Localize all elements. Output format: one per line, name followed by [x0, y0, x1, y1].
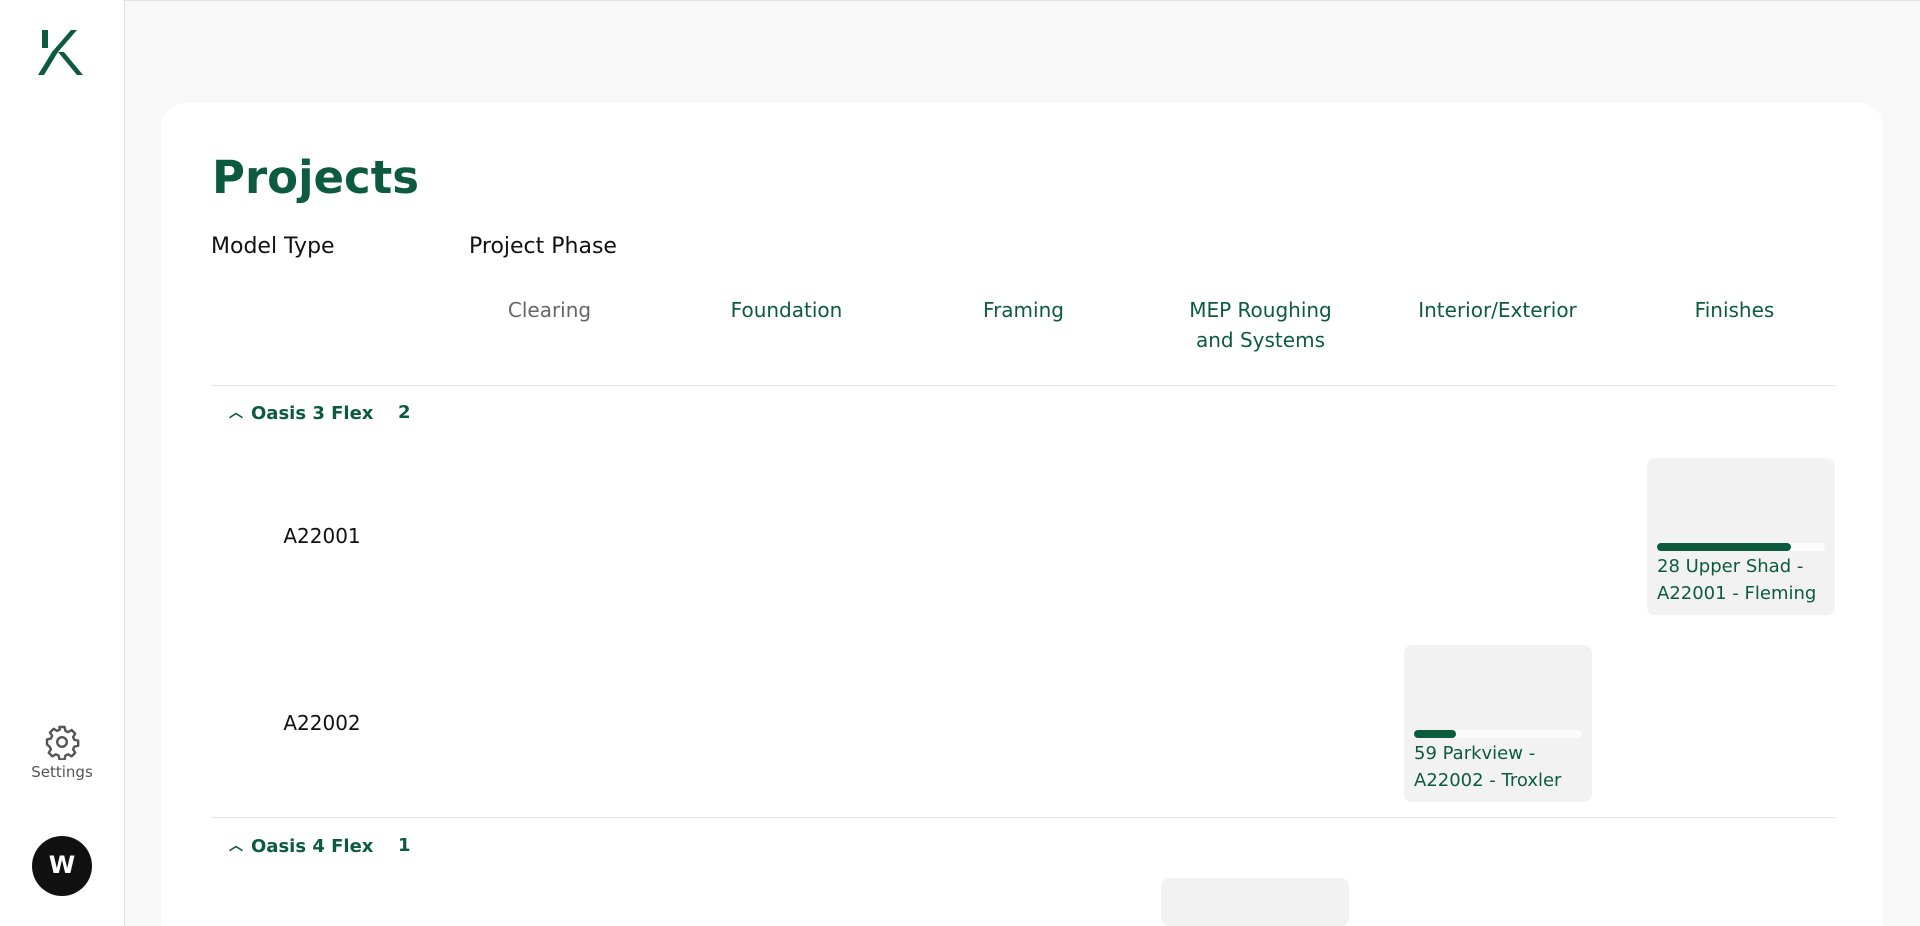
settings-label: Settings: [31, 763, 93, 781]
phase-foundation[interactable]: Foundation: [668, 295, 905, 325]
settings-button[interactable]: Settings: [20, 724, 104, 784]
progress-fill: [1414, 730, 1456, 738]
project-card[interactable]: 28 Upper Shad - A22001 - Fleming: [1647, 458, 1835, 615]
group-divider: [211, 817, 1835, 818]
project-phase-header: Project Phase: [469, 234, 617, 259]
progress-fill: [1657, 543, 1792, 551]
group-count: 2: [398, 402, 411, 423]
project-name: 28 Upper Shad - A22001 - Fleming: [1657, 556, 1817, 604]
project-card[interactable]: [1161, 878, 1349, 926]
top-border: [0, 0, 1920, 1]
chevron-up-icon: ︿: [229, 405, 243, 421]
page-title: Projects: [212, 151, 420, 204]
group-count: 1: [398, 835, 411, 856]
avatar[interactable]: W: [32, 836, 92, 896]
group-toggle-oasis-3-flex[interactable]: ︿ Oasis 3 Flex 2: [227, 402, 411, 430]
header-divider: [211, 385, 1835, 386]
progress-bar: [1657, 543, 1825, 551]
phase-interior-exterior[interactable]: Interior/Exterior: [1379, 295, 1616, 325]
phase-framing[interactable]: Framing: [905, 295, 1142, 325]
k-logo-icon[interactable]: [38, 30, 85, 75]
projects-card: Projects Model Type Project Phase Cleari…: [161, 103, 1883, 926]
sidebar: Settings W: [0, 0, 125, 926]
gear-icon: [45, 725, 80, 760]
group-name: Oasis 3 Flex: [251, 403, 374, 424]
model-row-label: A22001: [283, 524, 361, 548]
phase-mep-roughing[interactable]: MEP Roughing and Systems: [1142, 295, 1379, 355]
phase-clearing[interactable]: Clearing: [431, 295, 668, 325]
progress-bar: [1414, 730, 1582, 738]
model-row-label: A22002: [283, 711, 361, 735]
phase-finishes[interactable]: Finishes: [1616, 295, 1853, 325]
chevron-up-icon: ︿: [229, 838, 243, 854]
model-type-header: Model Type: [211, 234, 335, 259]
group-name: Oasis 4 Flex: [251, 836, 374, 857]
project-name: 59 Parkview - A22002 - Troxler: [1414, 743, 1562, 791]
group-toggle-oasis-4-flex[interactable]: ︿ Oasis 4 Flex 1: [227, 835, 411, 863]
project-card[interactable]: 59 Parkview - A22002 - Troxler: [1404, 645, 1592, 802]
